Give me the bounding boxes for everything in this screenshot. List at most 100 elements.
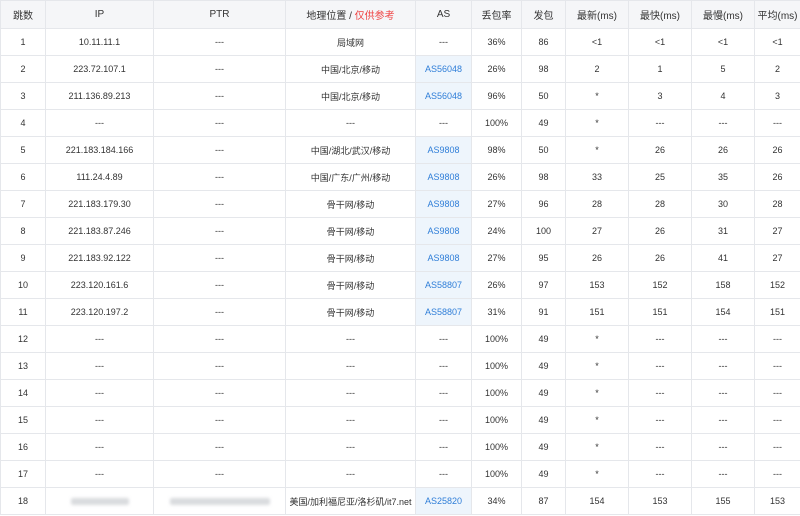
cell-hop: 16 — [0, 433, 46, 461]
cell-sent: 98 — [521, 163, 566, 191]
as-link[interactable]: AS9808 — [427, 172, 459, 182]
cell-ptr: --- — [153, 433, 286, 461]
cell-last: * — [565, 82, 629, 110]
as-link[interactable]: AS56048 — [425, 64, 462, 74]
column-header-avg: 平均(ms) — [754, 0, 800, 29]
table-row: 18 美国/加利福尼亚/洛杉矶/it7.net AS25820 34% 87 154 153… — [0, 487, 800, 515]
cell-best: 28 — [628, 190, 692, 218]
cell-loss: 31% — [471, 298, 522, 326]
cell-ptr: --- — [153, 325, 286, 353]
cell-avg: --- — [754, 433, 800, 461]
cell-last: * — [565, 379, 629, 407]
cell-ptr: --- — [153, 217, 286, 245]
table-header-row: 跳数 IP PTR 地理位置 / 仅供参考 AS 丢包率 发包 最新(ms) 最… — [0, 0, 800, 29]
cell-as: AS25820 — [415, 487, 472, 515]
cell-last: * — [565, 406, 629, 434]
column-header-last: 最新(ms) — [565, 0, 629, 29]
cell-hop: 13 — [0, 352, 46, 380]
cell-ip: --- — [45, 352, 154, 380]
cell-sent: 50 — [521, 136, 566, 164]
cell-hop: 9 — [0, 244, 46, 272]
cell-sent: 98 — [521, 55, 566, 83]
column-header-location: 地理位置 / 仅供参考 — [285, 0, 416, 29]
cell-worst: 31 — [691, 217, 755, 245]
table-row: 13 --- --- --- --- 100% 49 * --- --- --- — [0, 352, 800, 380]
cell-best: --- — [628, 379, 692, 407]
as-link[interactable]: AS9808 — [427, 145, 459, 155]
cell-ip: 221.183.87.246 — [45, 217, 154, 245]
cell-location: 中国/北京/移动 — [285, 82, 416, 110]
column-header-ptr: PTR — [153, 0, 286, 29]
table-row: 2 223.72.107.1 --- 中国/北京/移动 AS56048 26% 98 2 1 5 2 — [0, 55, 800, 83]
table-row: 12 --- --- --- --- 100% 49 * --- --- --- — [0, 325, 800, 353]
cell-worst: 5 — [691, 55, 755, 83]
as-link[interactable]: AS9808 — [427, 199, 459, 209]
table-row: 7 221.183.179.30 --- 骨干网/移动 AS9808 27% 96 28 28 3… — [0, 190, 800, 218]
cell-ip: --- — [45, 109, 154, 137]
as-link[interactable]: AS56048 — [425, 91, 462, 101]
cell-sent: 49 — [521, 325, 566, 353]
cell-hop: 6 — [0, 163, 46, 191]
cell-best: 3 — [628, 82, 692, 110]
cell-worst: 158 — [691, 271, 755, 299]
cell-hop: 3 — [0, 82, 46, 110]
cell-as: --- — [415, 109, 472, 137]
cell-as: --- — [415, 325, 472, 353]
cell-last: 154 — [565, 487, 629, 515]
cell-best: 153 — [628, 487, 692, 515]
cell-worst: 26 — [691, 136, 755, 164]
table-row: 8 221.183.87.246 --- 骨干网/移动 AS9808 24% 100 27 26… — [0, 217, 800, 245]
as-link[interactable]: AS9808 — [427, 226, 459, 236]
cell-sent: 49 — [521, 406, 566, 434]
table-row: 15 --- --- --- --- 100% 49 * --- --- --- — [0, 406, 800, 434]
cell-ptr: --- — [153, 82, 286, 110]
cell-ptr: --- — [153, 244, 286, 272]
table-row: 17 --- --- --- --- 100% 49 * --- --- --- — [0, 460, 800, 488]
cell-best: --- — [628, 109, 692, 137]
cell-location: 中国/广东/广州/移动 — [285, 163, 416, 191]
cell-as: --- — [415, 379, 472, 407]
cell-loss: 36% — [471, 28, 522, 56]
cell-best: --- — [628, 325, 692, 353]
cell-location: 骨干网/移动 — [285, 244, 416, 272]
cell-worst: 154 — [691, 298, 755, 326]
cell-ip — [45, 487, 154, 515]
cell-ip: 223.120.197.2 — [45, 298, 154, 326]
cell-avg: --- — [754, 109, 800, 137]
cell-worst: 4 — [691, 82, 755, 110]
as-link[interactable]: AS58807 — [425, 307, 462, 317]
cell-worst: --- — [691, 352, 755, 380]
cell-best: 25 — [628, 163, 692, 191]
table-row: 9 221.183.92.122 --- 骨干网/移动 AS9808 27% 95 26 26 4… — [0, 244, 800, 272]
cell-sent: 100 — [521, 217, 566, 245]
cell-best: 26 — [628, 136, 692, 164]
cell-loss: 34% — [471, 487, 522, 515]
cell-location: 骨干网/移动 — [285, 190, 416, 218]
cell-avg: 26 — [754, 136, 800, 164]
cell-loss: 98% — [471, 136, 522, 164]
cell-ip: 223.120.161.6 — [45, 271, 154, 299]
as-link[interactable]: AS9808 — [427, 253, 459, 263]
cell-as: --- — [415, 460, 472, 488]
cell-ip: 211.136.89.213 — [45, 82, 154, 110]
cell-loss: 26% — [471, 271, 522, 299]
cell-last: * — [565, 325, 629, 353]
cell-ptr: --- — [153, 460, 286, 488]
cell-ptr: --- — [153, 136, 286, 164]
cell-last: 2 — [565, 55, 629, 83]
cell-last: * — [565, 460, 629, 488]
table-row: 10 223.120.161.6 --- 骨干网/移动 AS58807 26% 97 153 1… — [0, 271, 800, 299]
cell-ptr: --- — [153, 190, 286, 218]
as-link[interactable]: AS58807 — [425, 280, 462, 290]
cell-sent: 91 — [521, 298, 566, 326]
cell-avg: 152 — [754, 271, 800, 299]
cell-location: --- — [285, 325, 416, 353]
cell-avg: 27 — [754, 244, 800, 272]
cell-ip: --- — [45, 379, 154, 407]
cell-best: --- — [628, 460, 692, 488]
cell-loss: 26% — [471, 163, 522, 191]
as-link[interactable]: AS25820 — [425, 496, 462, 506]
cell-last: 151 — [565, 298, 629, 326]
cell-ip: 221.183.184.166 — [45, 136, 154, 164]
cell-ptr: --- — [153, 271, 286, 299]
